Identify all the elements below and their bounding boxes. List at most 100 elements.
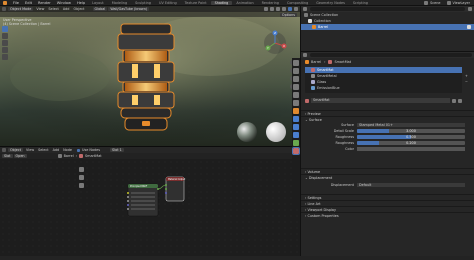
output-tab-icon[interactable] xyxy=(293,76,299,82)
workspace-tab-sculpting[interactable]: Sculpting xyxy=(131,1,155,5)
shader-type-dropdown[interactable]: Object xyxy=(8,148,24,152)
blender-logo-icon[interactable] xyxy=(3,0,7,5)
slot-button[interactable]: Slot xyxy=(2,154,13,158)
outliner[interactable]: Scene Collection Collection Barrel xyxy=(300,6,474,51)
viewport-tool-header: Options xyxy=(0,12,300,17)
material-tab-icon[interactable] xyxy=(292,147,300,155)
node-annotate-tool-icon[interactable] xyxy=(79,175,84,180)
slot-dropdown[interactable]: Slot 1 xyxy=(110,148,124,152)
modifier-tab-icon[interactable] xyxy=(293,116,299,122)
roughness-slider[interactable]: 0.200 xyxy=(357,141,465,145)
scene-tab-icon[interactable] xyxy=(293,92,299,98)
node-menu-add[interactable]: Add xyxy=(51,148,62,152)
data-tab-icon[interactable] xyxy=(293,140,299,146)
hdri-diffuse-sphere xyxy=(266,122,286,142)
cursor-tool-icon[interactable] xyxy=(2,33,8,39)
material-name-field[interactable]: SmartMat xyxy=(311,98,450,103)
mode-dropdown[interactable]: Object Mode xyxy=(8,7,34,11)
workspace-tab-modeling[interactable]: Modeling xyxy=(108,1,131,5)
rotate-tool-icon[interactable] xyxy=(2,47,8,53)
xray-icon[interactable] xyxy=(282,7,286,11)
node-breadcrumb-material[interactable]: SmartMat xyxy=(83,154,104,158)
section-custom-properties[interactable]: › Custom Properties xyxy=(301,212,474,218)
view-layer-tab-icon[interactable] xyxy=(293,84,299,90)
outliner-item-label: Scene Collection xyxy=(310,13,339,17)
node-editor-type-icon[interactable] xyxy=(2,148,6,152)
hdri-dropdown[interactable]: Wall/GasTube (brown) xyxy=(108,7,150,11)
node-canvas[interactable]: Principled BSDF Material Output xyxy=(0,159,300,259)
navigation-gizmo[interactable]: X Y Z xyxy=(262,30,288,56)
eye-icon[interactable] xyxy=(467,25,471,29)
view-layer-selector[interactable]: ViewLayer xyxy=(451,1,474,5)
menu-window[interactable]: Window xyxy=(54,1,74,5)
displacement-dropdown[interactable]: Default xyxy=(357,183,465,187)
unlink-icon[interactable] xyxy=(458,98,462,103)
surface-shader-dropdown[interactable]: Stamped Metal 01+ xyxy=(357,123,465,127)
add-slot-icon[interactable]: + xyxy=(465,74,468,78)
outliner-item-barrel[interactable]: Barrel xyxy=(301,24,474,30)
workspace-tab-animation[interactable]: Animation xyxy=(232,1,257,5)
node-breadcrumb-object[interactable]: Barrel xyxy=(62,154,76,158)
menu-file[interactable]: File xyxy=(10,1,22,5)
material-browse-icon[interactable] xyxy=(305,98,309,103)
remove-slot-icon[interactable]: − xyxy=(465,80,468,84)
open-button[interactable]: Open xyxy=(13,154,27,158)
shading-rendered-icon[interactable] xyxy=(294,7,298,11)
shading-material-icon[interactable] xyxy=(288,7,292,11)
viewport-menu-view[interactable]: View xyxy=(34,7,46,11)
physics-tab-icon[interactable] xyxy=(293,132,299,138)
world-tab-icon[interactable] xyxy=(293,100,299,106)
workspace-tab-scripting[interactable]: Scripting xyxy=(349,1,372,5)
node-select-tool-icon[interactable] xyxy=(79,167,84,172)
shader-node-editor[interactable]: Object View Select Add Node Use Nodes Sl… xyxy=(0,146,300,260)
properties-type-icon[interactable] xyxy=(303,53,307,57)
gizmo-icon[interactable] xyxy=(270,7,274,11)
workspace-tab-rendering[interactable]: Rendering xyxy=(258,1,283,5)
detail-scale-slider[interactable]: 3.000 xyxy=(357,129,465,133)
filter-icon[interactable] xyxy=(468,7,472,11)
slider-value: 0.500 xyxy=(406,135,416,139)
scale-tool-icon[interactable] xyxy=(2,54,8,60)
select-tool-icon[interactable] xyxy=(2,26,8,32)
particles-tab-icon[interactable] xyxy=(293,124,299,130)
tool-tab-icon[interactable] xyxy=(293,60,299,66)
workspace-tab-texture-paint[interactable]: Texture Paint xyxy=(181,1,211,5)
viewport-menu-select[interactable]: Select xyxy=(46,7,60,11)
object-tab-icon[interactable] xyxy=(293,108,299,114)
node-menu-node[interactable]: Node xyxy=(61,148,74,152)
properties-editor[interactable]: Barrel › SmartMat SmartMat SmartMetal Gl… xyxy=(300,51,474,260)
outliner-search-input[interactable] xyxy=(310,7,465,11)
workspace-tab-compositing[interactable]: Compositing xyxy=(283,1,312,5)
menu-help[interactable]: Help xyxy=(74,1,88,5)
workspace-tab-geometry-nodes[interactable]: Geometry Nodes xyxy=(312,1,349,5)
move-tool-icon[interactable] xyxy=(2,40,8,46)
properties-search-input[interactable] xyxy=(310,53,472,57)
scene-selector[interactable]: Scene xyxy=(428,1,446,5)
transform-orientation-dropdown[interactable]: Global xyxy=(92,7,108,11)
viewport-3d[interactable] xyxy=(0,6,300,146)
options-dropdown[interactable]: Options xyxy=(279,12,297,17)
visibility-icon[interactable] xyxy=(264,7,268,11)
outliner-type-icon[interactable] xyxy=(303,7,307,11)
menu-edit[interactable]: Edit xyxy=(22,1,35,5)
material-slot[interactable]: EmissionBlue xyxy=(305,85,462,91)
material-slot-list[interactable]: SmartMat SmartMetal Glass EmissionBlue xyxy=(305,67,462,93)
node-menu-view[interactable]: View xyxy=(24,148,36,152)
render-tab-icon[interactable] xyxy=(293,68,299,74)
viewport-menu-object[interactable]: Object xyxy=(71,7,86,11)
section-displacement[interactable]: ⌄ Displacement xyxy=(301,174,474,180)
viewport-menu-add[interactable]: Add xyxy=(61,7,72,11)
workspace-tab-uv-editing[interactable]: UV Editing xyxy=(155,1,181,5)
use-nodes-label: Use Nodes xyxy=(82,148,101,152)
workspace-tab-layout[interactable]: Layout xyxy=(88,1,108,5)
node-menu-select[interactable]: Select xyxy=(36,148,50,152)
workspace-tab-shading[interactable]: Shading xyxy=(210,0,233,5)
node-link-tool-icon[interactable] xyxy=(79,183,84,188)
editor-type-icon[interactable] xyxy=(2,7,6,11)
duplicate-icon[interactable] xyxy=(452,98,456,103)
roughness-slider[interactable]: 0.500 xyxy=(357,135,465,139)
properties-breadcrumb: Barrel › SmartMat xyxy=(301,58,474,65)
overlay-icon[interactable] xyxy=(276,7,280,11)
menu-render[interactable]: Render xyxy=(35,1,54,5)
color-swatch[interactable] xyxy=(357,147,465,151)
